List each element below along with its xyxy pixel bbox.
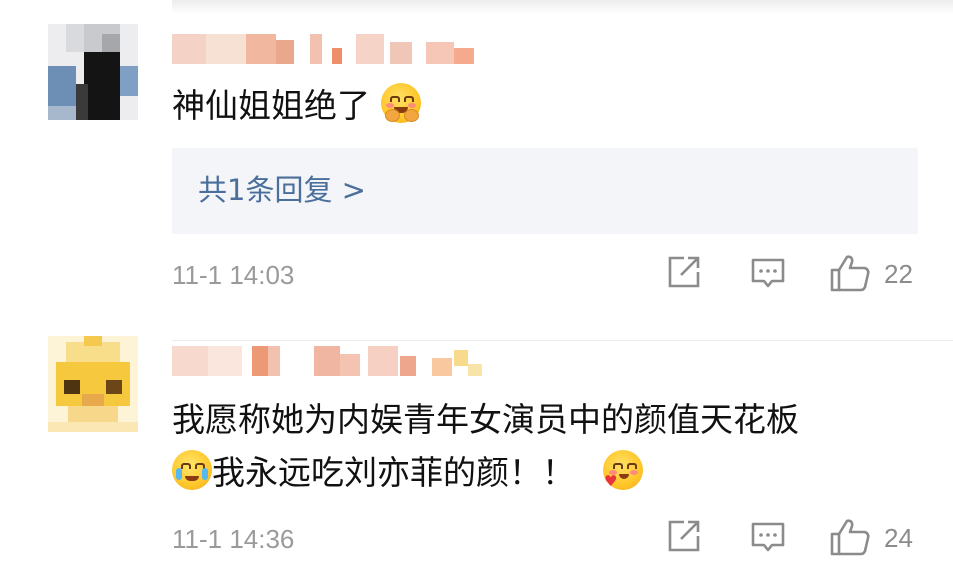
top-divider xyxy=(172,0,953,14)
comment-button[interactable] xyxy=(748,516,788,560)
comment-meta-row: 11-1 14:36 24 xyxy=(0,516,953,560)
comment-text-line: 神仙姐姐绝了 xyxy=(172,86,370,125)
like-button[interactable]: 22 xyxy=(828,252,920,296)
comment-text-line: 我愿称她为内娱青年女演员中的颜值天花板 xyxy=(172,400,799,439)
view-replies-button[interactable]: 共1条回复 > xyxy=(172,148,918,234)
avatar[interactable] xyxy=(48,24,138,120)
comment-text-line: 我永远吃刘亦菲的颜！！ xyxy=(212,453,575,492)
username-pixelated[interactable] xyxy=(172,34,492,70)
comment-list: 神仙姐姐绝了 共1条回复 > 11-1 14:03 22 我愿称她为内娱青年女演… xyxy=(0,0,953,585)
thumbs-up-icon xyxy=(830,255,870,292)
timestamp: 11-1 14:36 xyxy=(172,524,295,554)
thumbs-up-icon xyxy=(830,519,870,556)
username-pixelated[interactable] xyxy=(172,346,492,382)
heart-face-icon: ♥ xyxy=(603,450,643,490)
like-count: 24 xyxy=(884,523,913,553)
comment-item: 我愿称她为内娱青年女演员中的颜值天花板 我永远吃刘亦菲的颜！！ ♥ 11-1 14… xyxy=(0,336,953,585)
comment-button[interactable] xyxy=(748,252,788,296)
share-icon xyxy=(668,256,700,288)
comment-icon xyxy=(751,258,785,288)
like-button[interactable]: 24 xyxy=(828,516,920,560)
comment-item: 神仙姐姐绝了 共1条回复 > 11-1 14:03 22 xyxy=(0,24,953,341)
comment-text: 神仙姐姐绝了 xyxy=(172,80,421,132)
timestamp: 11-1 14:03 xyxy=(172,260,295,290)
comment-icon xyxy=(751,522,785,552)
hugging-face-icon xyxy=(380,83,421,123)
view-replies-label: 共1条回复 > xyxy=(198,173,366,207)
share-button[interactable] xyxy=(664,252,704,296)
share-icon xyxy=(668,520,700,552)
like-count: 22 xyxy=(884,259,913,289)
crying-face-icon xyxy=(172,450,212,490)
avatar[interactable] xyxy=(48,336,138,432)
comment-text: 我永远吃刘亦菲的颜！！ ♥ xyxy=(172,447,643,499)
comment-meta-row: 11-1 14:03 22 xyxy=(0,252,953,296)
share-button[interactable] xyxy=(664,516,704,560)
